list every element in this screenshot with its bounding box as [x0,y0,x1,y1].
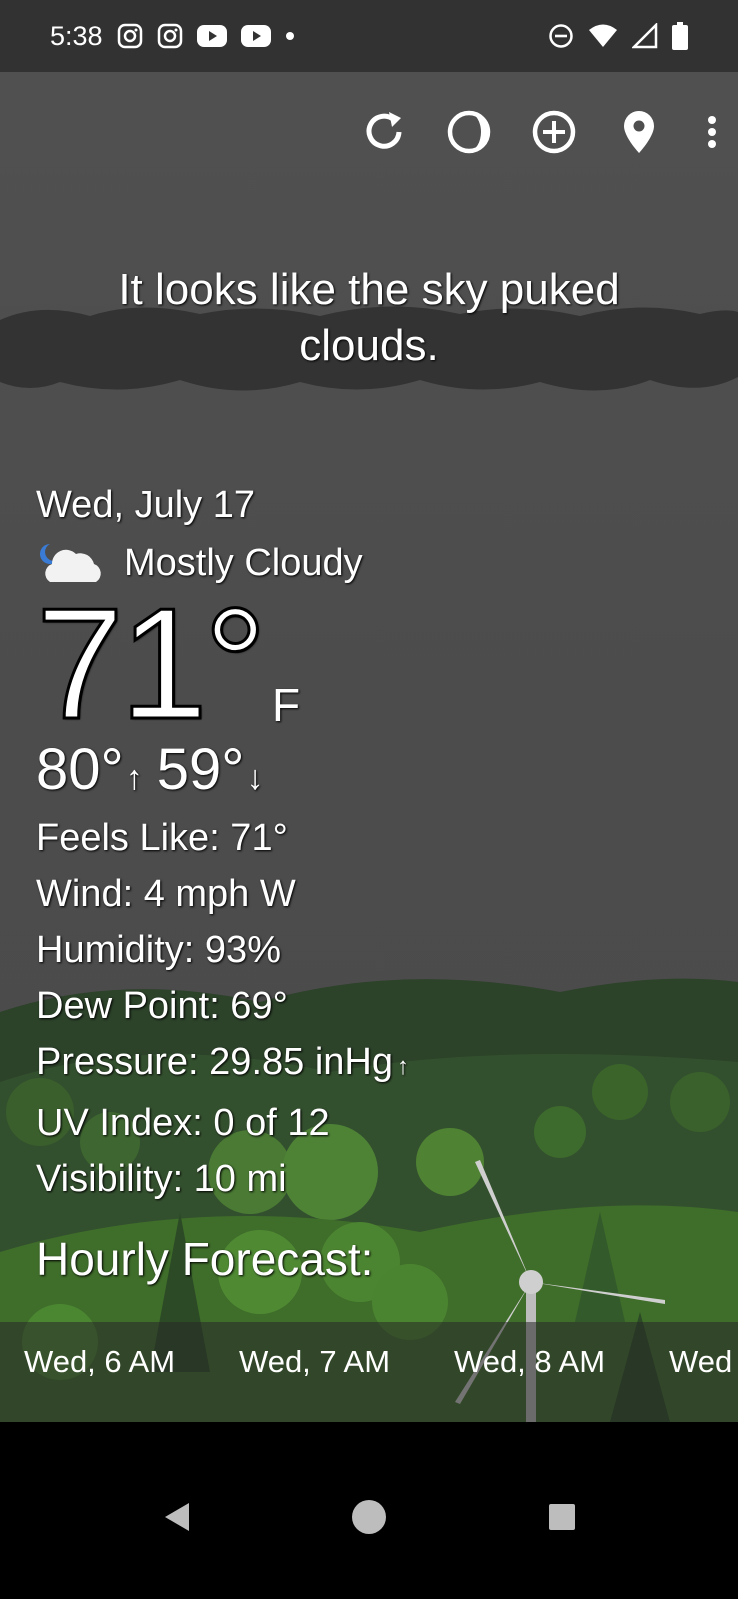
hourly-item[interactable]: Wed, 6 AM [24,1344,175,1380]
refresh-icon[interactable] [360,108,408,156]
temperature-unit: F [272,679,301,731]
cell-signal-icon [632,23,658,49]
recents-icon[interactable] [537,1492,587,1542]
status-left: 5:38 [50,21,295,52]
feels-like: Feels Like: 71° [36,817,288,859]
pressure: Pressure: 29.85 inHg [36,1041,393,1083]
current-date: Wed, July 17 [36,484,255,526]
toolbar [318,92,738,172]
weather-app: It looks like the sky puked clouds. Wed,… [0,72,738,1422]
youtube-icon [196,25,227,47]
more-options-icon[interactable] [688,108,736,156]
home-icon[interactable] [344,1492,394,1542]
instagram-icon [117,23,143,49]
theme-icon[interactable] [445,108,493,156]
dnd-icon [548,23,574,49]
instagram-icon [157,23,183,49]
current-temperature: 71° [35,576,269,752]
hourly-item[interactable]: Wed, 7 AM [239,1344,390,1380]
current-conditions: Wed, July 17 Mostly Cloudy 71° F 80° ↑ 5… [35,482,636,1207]
hourly-forecast-strip[interactable]: Wed, 6 AM Wed, 7 AM Wed, 8 AM Wed [0,1322,738,1422]
low-arrow-icon: ↓ [246,759,264,797]
temperature-row: 71° F [35,583,636,746]
hourly-item[interactable]: Wed, 8 AM [454,1344,605,1380]
wind: Wind: 4 mph W [36,873,296,915]
wifi-icon [588,23,618,49]
status-bar: 5:38 [0,0,738,72]
humidity: Humidity: 93% [36,929,281,971]
dew-point: Dew Point: 69° [36,985,288,1027]
pressure-trend-icon: ↑ [396,1053,409,1080]
hourly-forecast-title: Hourly Forecast: [36,1233,374,1285]
weather-quip: It looks like the sky puked clouds. [118,265,620,370]
back-icon[interactable] [152,1492,202,1542]
navigation-bar [0,1422,738,1599]
status-right [548,22,688,50]
status-time: 5:38 [50,20,103,51]
hourly-item[interactable]: Wed [669,1344,732,1380]
add-location-icon[interactable] [530,108,578,156]
pressure-row: Pressure: 29.85 inHg ↑ [36,1034,636,1095]
uv-index: UV Index: 0 of 12 [36,1102,330,1144]
dot-icon [285,31,295,41]
high-arrow-icon: ↑ [125,759,143,797]
visibility: Visibility: 10 mi [36,1158,287,1200]
location-pin-icon[interactable] [615,108,663,156]
battery-icon [672,22,688,50]
youtube-icon [240,25,271,47]
